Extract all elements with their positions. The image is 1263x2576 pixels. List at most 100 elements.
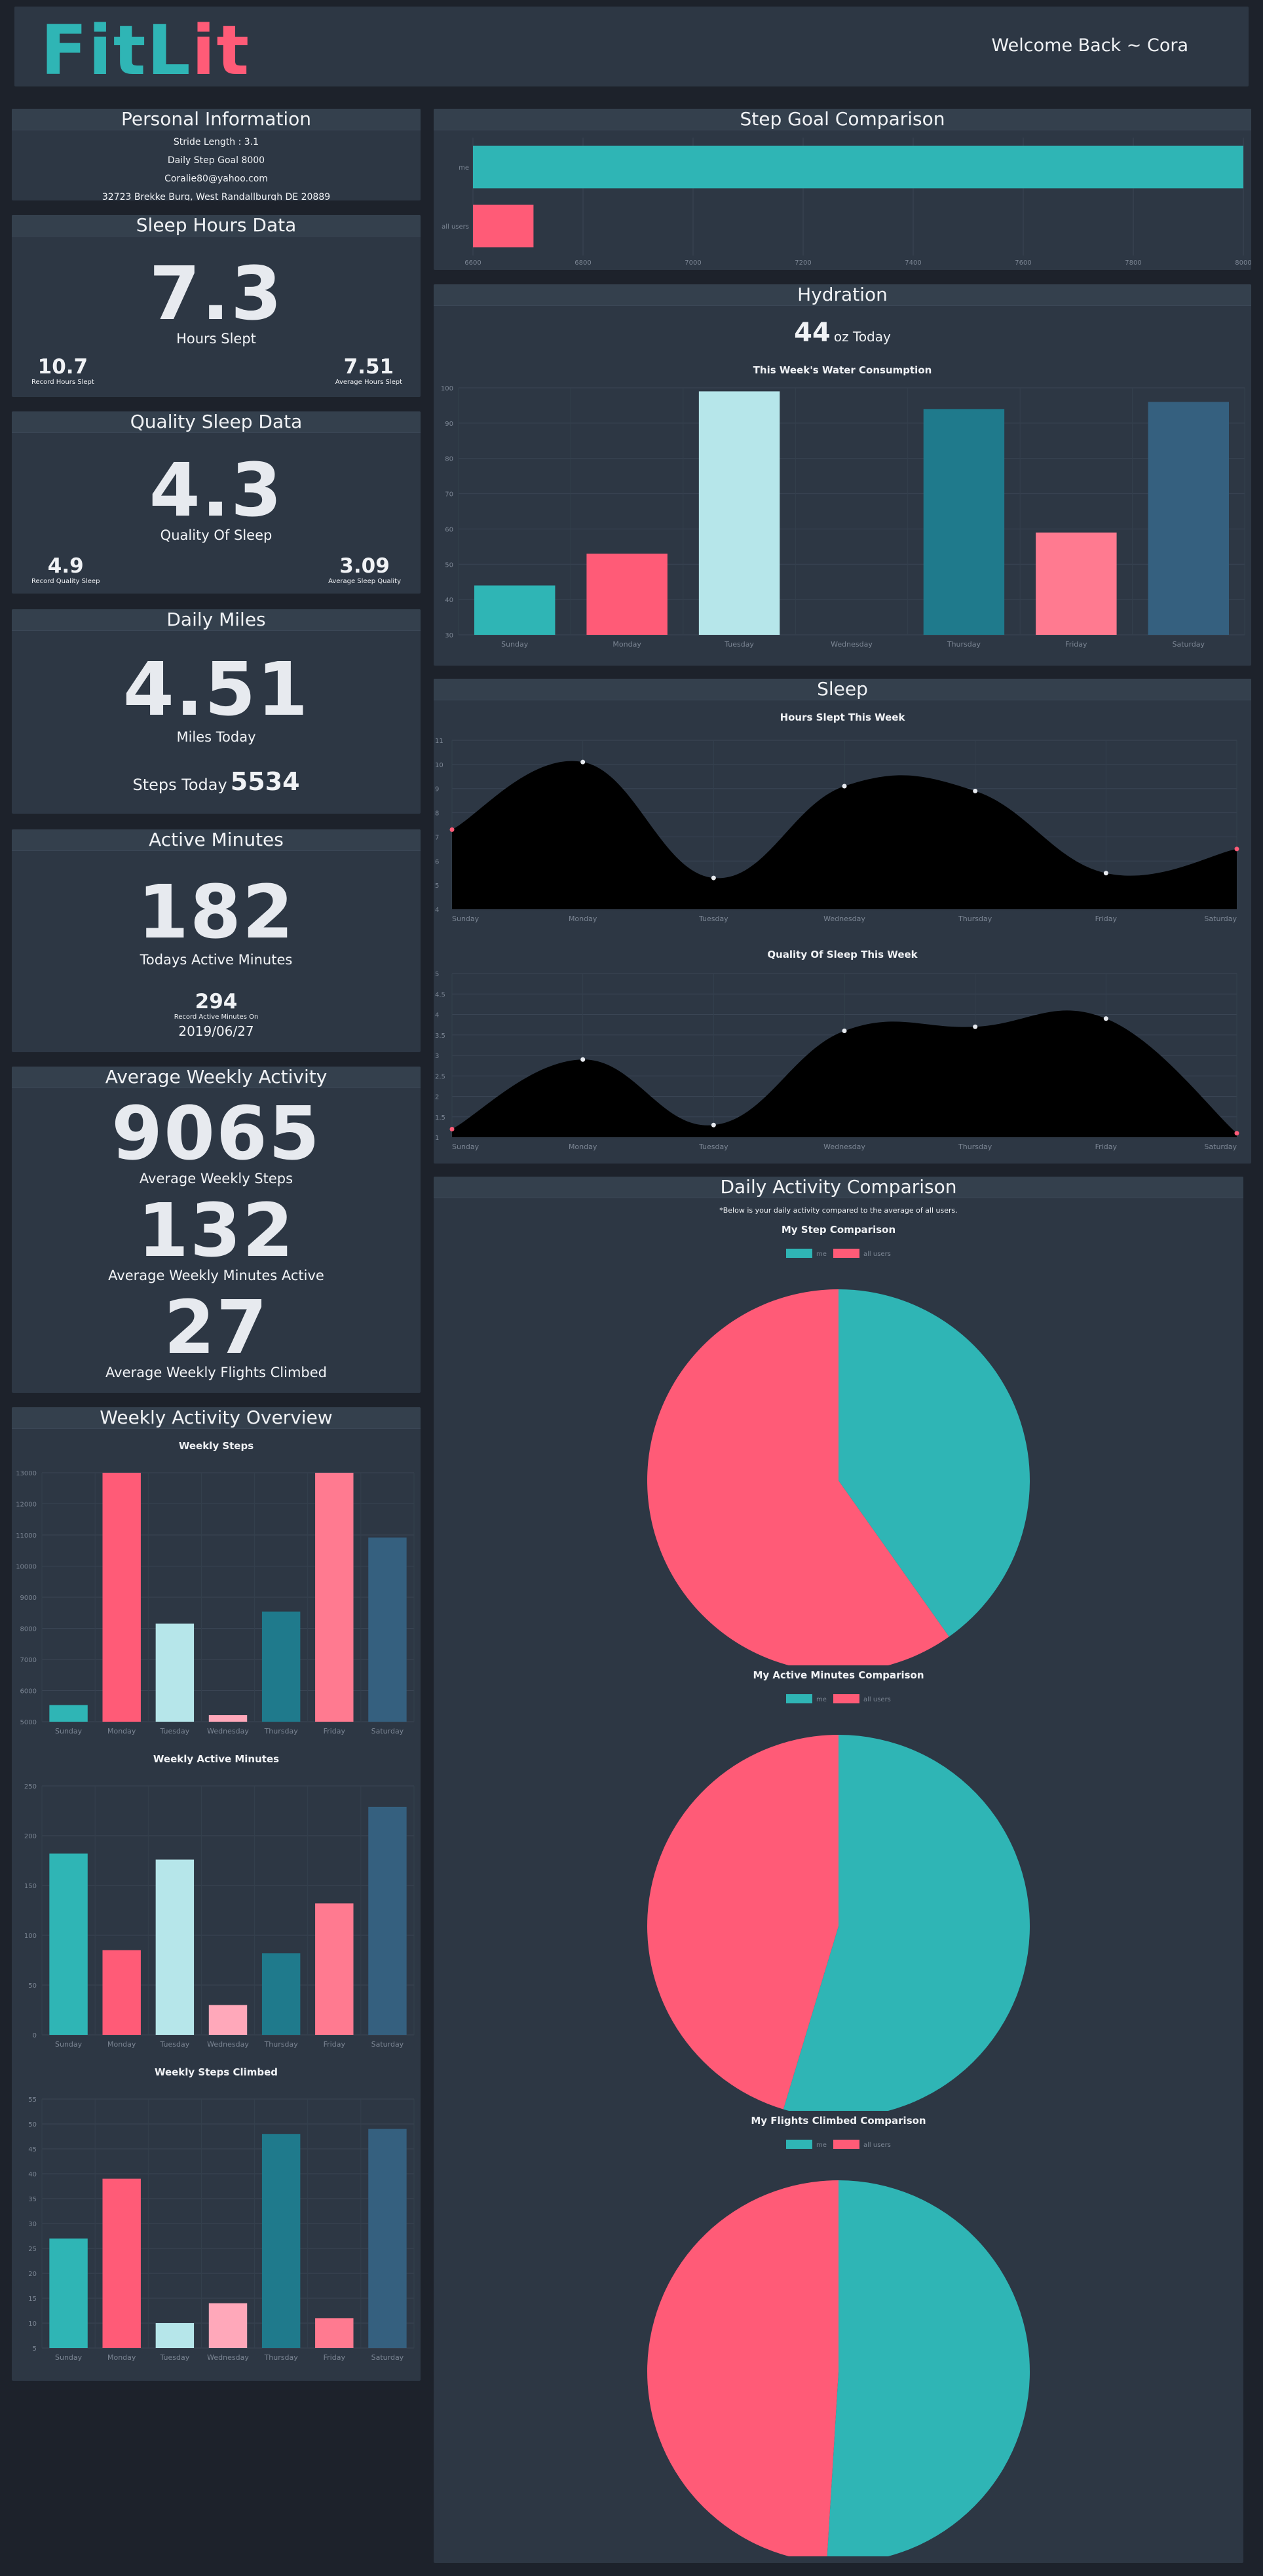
avg-weekly-minutes-label: Average Weekly Minutes Active [108,1268,324,1283]
miles-value: 4.51 [123,647,310,732]
x-tick-label: Thursday [947,640,981,649]
chart-title: My Flights Climbed Comparison [751,2115,926,2127]
y-tick-label: 5 [435,971,439,978]
comparison-note: *Below is your daily activity compared t… [719,1206,958,1215]
x-tick-label: Saturday [1172,640,1205,649]
bar-friday [315,2318,354,2348]
x-tick-label: Wednesday [831,640,873,649]
y-tick-label: 7000 [20,1657,37,1664]
y-tick-label: 2.5 [435,1073,445,1080]
x-tick-label: Wednesday [823,1143,865,1151]
x-tick-label: Friday [324,2353,346,2362]
bar-wednesday [208,2005,248,2035]
x-tick-label: 7000 [685,259,701,267]
x-tick-label: Tuesday [159,2040,189,2049]
y-tick-label: 3.5 [435,1032,445,1040]
x-tick-label: 7200 [795,259,811,267]
card-title: Weekly Activity Overview [12,1407,421,1429]
y-tick-label: me [459,164,469,172]
bar-sunday [49,1705,88,1722]
bar-saturday [1148,402,1229,635]
y-tick-label: 30 [28,2221,37,2228]
y-tick-label: 9000 [20,1595,37,1602]
chart-title: This Week's Water Consumption [753,364,932,376]
x-tick-label: 7800 [1125,259,1141,267]
record-hours-label: Record Hours Slept [31,379,94,386]
welcome-message: Welcome Back ~ Cora [991,35,1188,56]
avg-weekly-flights-label: Average Weekly Flights Climbed [105,1365,327,1380]
y-tick-label: 10000 [16,1564,37,1571]
card-title: Hydration [434,284,1251,306]
daily-miles-card: Daily Miles 4.51 Miles Today Steps Today… [12,609,421,814]
data-point [580,1057,586,1062]
data-point [711,875,716,881]
water-consumption-chart: This Week's Water Consumption30405060708… [441,385,1245,649]
active-minutes-card: Active Minutes 182 Todays Active Minutes… [12,829,421,1052]
user-email: Coralie80@yahoo.com [164,174,268,184]
x-tick-label: Thursday [264,2353,299,2362]
hydration-card: Hydration 44 oz Today This Week's Water … [434,284,1251,666]
chart-title: Quality Of Sleep This Week [767,949,918,960]
legend-label-me: me [816,2142,827,2149]
y-tick-label: 9 [435,786,439,793]
y-tick-label: 90 [445,421,453,428]
data-point [973,1024,978,1029]
hours-slept-label: Hours Slept [176,331,256,347]
y-tick-label: all users [442,223,469,231]
bar-saturday [368,1537,407,1722]
y-tick-label: 50 [445,561,453,569]
logo-it: it [191,10,251,90]
x-tick-label: Saturday [371,2040,404,2049]
logo-fit: Fit [41,10,147,90]
y-tick-label: 15 [28,2296,37,2303]
y-tick-label: 5 [435,882,439,890]
pie-slice-me [827,2180,1030,2556]
weekly-minutes-chart: Weekly Active Minutes 0 50 100 150 200 250 Sund… [24,1753,415,2049]
data-point [1234,846,1239,852]
x-tick-label: Wednesday [207,2353,249,2362]
bar-friday [1036,532,1117,635]
card-title: Daily Miles [12,609,421,631]
pie-slice-all-users [647,2180,839,2556]
bar-saturday [368,1806,407,2035]
data-point [1103,871,1108,876]
avg-quality-value: 3.09 [339,554,390,578]
x-tick-label: Saturday [1204,915,1237,923]
bar-tuesday [155,1623,195,1722]
legend-swatch-me [786,1694,812,1703]
bar-monday [102,1473,141,1722]
sleep-hours-card: Sleep Hours Data 7.3 Hours Slept 10.7 Re… [12,215,421,397]
data-point [1234,1131,1239,1136]
sleep-quality-label: Quality Of Sleep [160,527,273,543]
active-minutes-label: Todays Active Minutes [140,952,293,968]
x-tick-label: Thursday [958,915,992,923]
x-tick-label: Monday [107,1727,136,1735]
bar-friday [315,1903,354,2035]
bar-saturday [368,2129,407,2348]
y-tick-label: 250 [24,1783,37,1790]
chart-title: Weekly Active Minutes [153,1753,279,1765]
daily-comparison-card: Daily Activity Comparison *Below is your… [434,1177,1243,2563]
y-tick-label: 3 [435,1053,439,1060]
chart-title: Weekly Steps [179,1440,254,1452]
x-tick-label: Sunday [55,1727,83,1735]
x-tick-label: Wednesday [823,915,865,923]
bar-monday [102,1950,141,2035]
card-title: Sleep [434,679,1251,700]
bar-me [473,145,1243,189]
logo-l: L [147,10,192,90]
y-tick-label: 0 [33,2032,37,2039]
y-tick-label: 12000 [16,1502,37,1509]
y-tick-label: 200 [24,1833,37,1840]
miles-label: Miles Today [176,729,256,745]
x-tick-label: Sunday [452,1143,480,1151]
app-logo[interactable]: FitLit [41,10,250,90]
chart-title: Hours Slept This Week [780,711,906,723]
card-title: Average Weekly Activity [12,1067,421,1088]
water-oz-label: oz Today [833,329,891,345]
pie-flights-chart: My Flights Climbed Comparison me all users [647,2115,1030,2556]
y-tick-label: 5000 [20,1719,37,1726]
y-tick-label: 100 [24,1933,37,1940]
record-quality-label: Record Quality Sleep [31,578,100,585]
y-tick-label: 11 [435,738,443,745]
